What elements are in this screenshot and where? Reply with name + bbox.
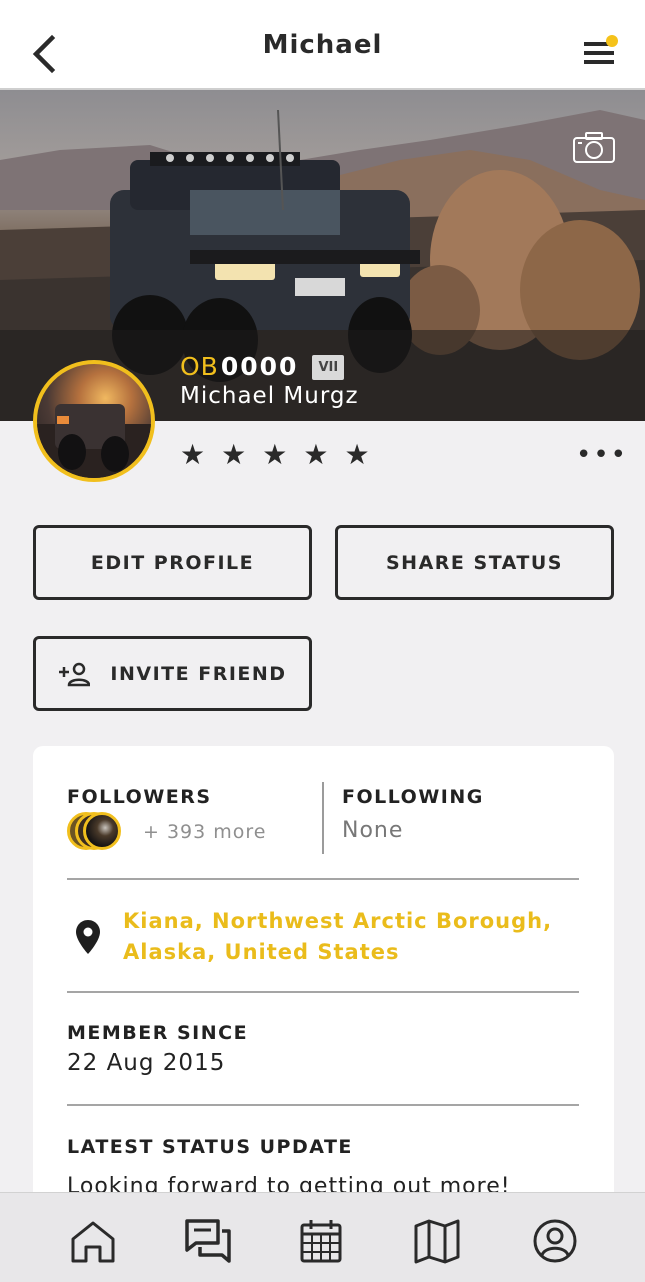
chat-icon[interactable] bbox=[184, 1217, 232, 1265]
followers-label: FOLLOWERS bbox=[67, 786, 212, 808]
member-since-label: MEMBER SINCE bbox=[67, 1022, 249, 1044]
add-person-icon bbox=[59, 662, 91, 686]
edit-profile-label: EDIT PROFILE bbox=[90, 551, 255, 574]
divider bbox=[67, 878, 579, 880]
camera-icon[interactable] bbox=[572, 130, 616, 164]
invite-friend-button[interactable]: INVITE FRIEND bbox=[33, 636, 312, 711]
latest-status-label: LATEST STATUS UPDATE bbox=[67, 1136, 353, 1158]
home-icon[interactable] bbox=[69, 1217, 117, 1265]
more-options-button[interactable]: ••• bbox=[576, 440, 628, 470]
vertical-divider bbox=[322, 782, 324, 854]
profile-icon[interactable] bbox=[531, 1217, 579, 1265]
star-icon: ★ bbox=[262, 438, 288, 471]
invite-friend-label: INVITE FRIEND bbox=[110, 662, 287, 685]
following-value: None bbox=[342, 818, 404, 843]
divider bbox=[67, 991, 579, 993]
avatar-image bbox=[37, 404, 151, 478]
divider bbox=[67, 1104, 579, 1106]
followers-more-count: + 393 more bbox=[143, 821, 267, 843]
follower-avatars bbox=[67, 812, 125, 852]
location-link[interactable]: Kiana, Northwest Arctic Borough, Alaska,… bbox=[123, 906, 563, 968]
follower-avatar bbox=[83, 812, 121, 850]
profile-info-card: FOLLOWERS + 393 more FOLLOWING None Kian… bbox=[33, 746, 614, 1206]
star-icon: ★ bbox=[221, 438, 247, 471]
member-since-date: 22 Aug 2015 bbox=[67, 1050, 226, 1076]
map-icon[interactable] bbox=[413, 1217, 461, 1265]
page-title: Michael bbox=[262, 30, 383, 60]
edit-profile-button[interactable]: EDIT PROFILE bbox=[33, 525, 312, 600]
share-status-button[interactable]: SHARE STATUS bbox=[335, 525, 614, 600]
bottom-navigation bbox=[0, 1192, 645, 1282]
star-icon: ★ bbox=[180, 438, 206, 471]
location-pin-icon bbox=[76, 920, 100, 954]
share-status-label: SHARE STATUS bbox=[386, 551, 563, 574]
top-bar: Michael bbox=[0, 0, 645, 90]
star-icon: ★ bbox=[303, 438, 329, 471]
full-name: Michael Murgz bbox=[180, 383, 359, 409]
star-rating: ★ ★ ★ ★ ★ bbox=[180, 440, 370, 470]
calendar-icon[interactable] bbox=[297, 1217, 345, 1265]
followers-row[interactable]: + 393 more bbox=[67, 812, 266, 852]
star-icon: ★ bbox=[344, 438, 370, 471]
rank-badge: VII bbox=[312, 355, 345, 380]
avatar[interactable] bbox=[33, 360, 155, 482]
following-label: FOLLOWING bbox=[342, 786, 484, 808]
ob-number: 0000 bbox=[220, 352, 299, 381]
notification-dot bbox=[606, 35, 618, 47]
ob-prefix: OB bbox=[180, 352, 219, 381]
